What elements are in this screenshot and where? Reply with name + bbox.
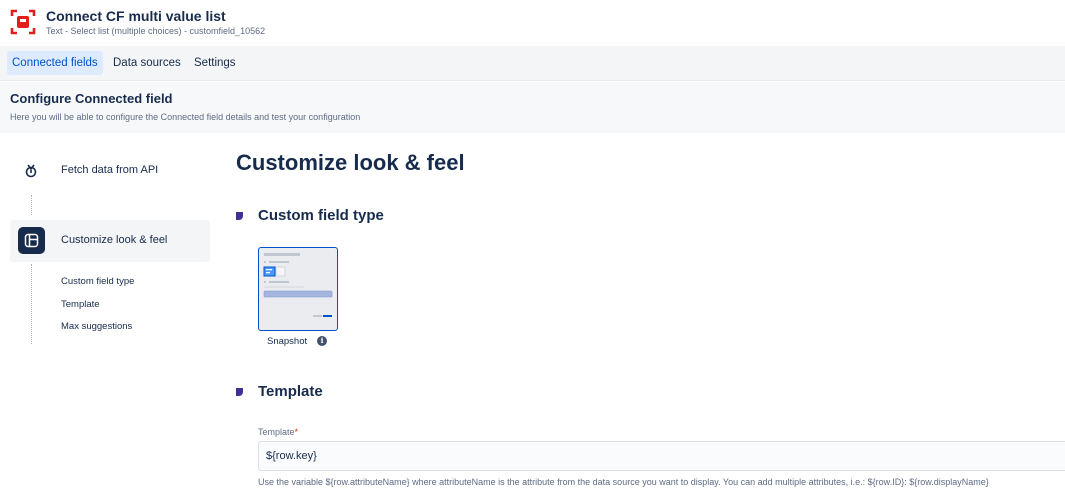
step-label: Fetch data from API: [61, 164, 159, 176]
template-label-text: Template: [258, 427, 295, 437]
section-title-template: Template: [258, 383, 323, 400]
substep-custom-field-type[interactable]: Custom field type: [61, 276, 134, 287]
tab-settings[interactable]: Settings: [189, 51, 241, 75]
step-customize-look[interactable]: Customize look & feel: [10, 220, 210, 262]
template-input[interactable]: [258, 441, 1065, 471]
app-header: Connect CF multi value list Text - Selec…: [0, 0, 1065, 46]
config-header: Configure Connected field Here you will …: [0, 82, 1065, 133]
page-title: Customize look & feel: [236, 150, 465, 175]
required-indicator: *: [294, 427, 299, 437]
template-help-text: Use the variable ${row.attributeName} wh…: [258, 477, 989, 487]
tab-connected-fields[interactable]: Connected fields: [7, 51, 103, 75]
connect-logo-icon: [10, 9, 36, 35]
snapshot-preview-icon: [263, 253, 333, 317]
field-type-label: Snapshot: [267, 336, 308, 347]
section-marker: [236, 212, 243, 220]
layout-icon: [18, 227, 45, 254]
section-title-custom-field-type: Custom field type: [258, 207, 384, 224]
substep-template[interactable]: Template: [61, 299, 100, 310]
template-field-label: Template*: [258, 427, 298, 437]
step-fetch-data[interactable]: Fetch data from API: [10, 150, 210, 192]
step-connector: [31, 195, 32, 215]
step-label: Customize look & feel: [61, 234, 168, 246]
field-type-card-snapshot[interactable]: [258, 247, 338, 331]
substep-connector: [31, 264, 32, 344]
app-subtitle: Text - Select list (multiple choices) - …: [46, 26, 266, 36]
substep-max-suggestions[interactable]: Max suggestions: [61, 321, 132, 332]
info-icon[interactable]: i: [317, 336, 327, 346]
config-description: Here you will be able to configure the C…: [10, 112, 361, 122]
tabs-bar: Connected fields Data sources Settings: [0, 46, 1065, 81]
app-title: Connect CF multi value list: [46, 8, 226, 24]
tab-data-sources[interactable]: Data sources: [108, 51, 186, 75]
section-marker: [236, 388, 243, 396]
config-title: Configure Connected field: [10, 91, 173, 106]
api-fetch-icon: [20, 160, 42, 182]
